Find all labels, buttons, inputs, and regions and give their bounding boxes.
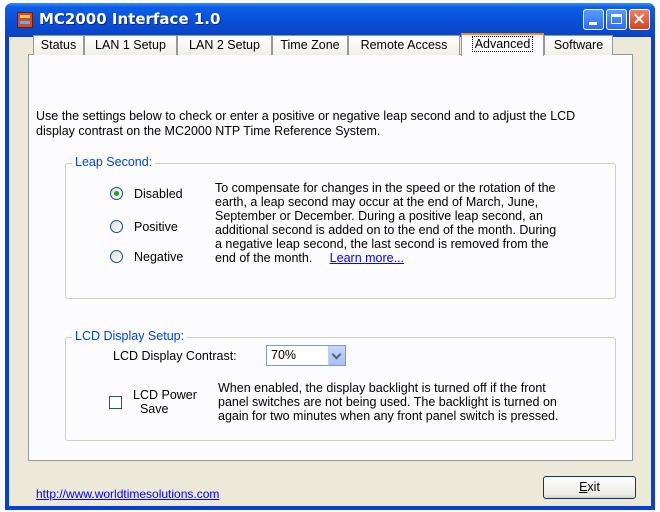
tab-time-zone[interactable]: Time Zone <box>272 35 348 55</box>
lcd-contrast-value: 70% <box>271 348 297 362</box>
chevron-down-icon[interactable] <box>328 346 345 365</box>
app-icon <box>17 12 33 28</box>
leap-desc-line: To compensate for changes in the speed o… <box>215 181 556 195</box>
tab-software[interactable]: Software <box>544 35 613 55</box>
lcd-power-save-label-line2: Save <box>139 402 169 416</box>
minimize-button[interactable] <box>583 9 604 30</box>
tab-status[interactable]: Status <box>33 35 84 55</box>
radio-negative[interactable] <box>110 250 123 263</box>
radio-positive[interactable] <box>110 220 123 233</box>
lcd-desc-line: panel switches are not being used. The b… <box>218 395 557 409</box>
website-link[interactable]: http://www.worldtimesolutions.com <box>36 487 219 501</box>
intro-text: Use the settings below to check or enter… <box>36 109 576 138</box>
minimize-icon <box>589 22 597 25</box>
lcd-power-save-description: When enabled, the display backlight is t… <box>218 381 613 423</box>
radio-disabled-label[interactable]: Disabled <box>134 187 183 201</box>
tab-remote-access[interactable]: Remote Access <box>348 35 460 55</box>
window-title: MC2000 Interface 1.0 <box>39 10 221 28</box>
radio-negative-label[interactable]: Negative <box>134 250 183 264</box>
maximize-button[interactable] <box>606 9 627 30</box>
lcd-power-save-label[interactable]: LCD Power Save <box>133 388 197 416</box>
close-button[interactable]: × <box>629 9 650 30</box>
lcd-desc-line: again for two minutes when any front pan… <box>218 409 559 423</box>
radio-disabled[interactable] <box>110 187 123 200</box>
lcd-power-save-checkbox[interactable] <box>109 396 122 409</box>
exit-button[interactable]: Exit <box>543 476 636 499</box>
leap-desc-last-line: end of the month. Learn more... <box>215 251 615 265</box>
maximize-icon <box>611 14 622 24</box>
tab-lan2-setup[interactable]: LAN 2 Setup <box>177 35 272 55</box>
leap-desc-line: earth, a leap second may occur at the en… <box>215 195 539 209</box>
leap-desc-line: additional second is added on to the end… <box>215 223 557 237</box>
close-icon: × <box>632 9 647 29</box>
tab-lan1-setup[interactable]: LAN 1 Setup <box>84 35 177 55</box>
lcd-contrast-select[interactable]: 70% <box>266 345 346 366</box>
radio-positive-label[interactable]: Positive <box>134 220 178 234</box>
tab-advanced[interactable]: Advanced <box>461 33 544 56</box>
title-bar[interactable]: MC2000 Interface 1.0 × <box>5 3 655 37</box>
leap-desc-line: end of the month. <box>215 251 313 265</box>
lcd-desc-line: When enabled, the display backlight is t… <box>218 381 546 395</box>
lcd-power-save-label-line1: LCD Power <box>133 388 197 402</box>
leap-desc-line: September or December. During a positive… <box>215 209 543 223</box>
exit-label: xit <box>587 480 600 494</box>
leap-desc-line: a negative leap second, the last second … <box>215 237 549 251</box>
leap-second-description: To compensate for changes in the speed o… <box>215 181 615 265</box>
lcd-contrast-label: LCD Display Contrast: <box>113 349 237 363</box>
leap-second-title: Leap Second: <box>72 155 156 169</box>
learn-more-link[interactable]: Learn more... <box>330 251 404 265</box>
lcd-display-title: LCD Display Setup: <box>72 329 188 343</box>
